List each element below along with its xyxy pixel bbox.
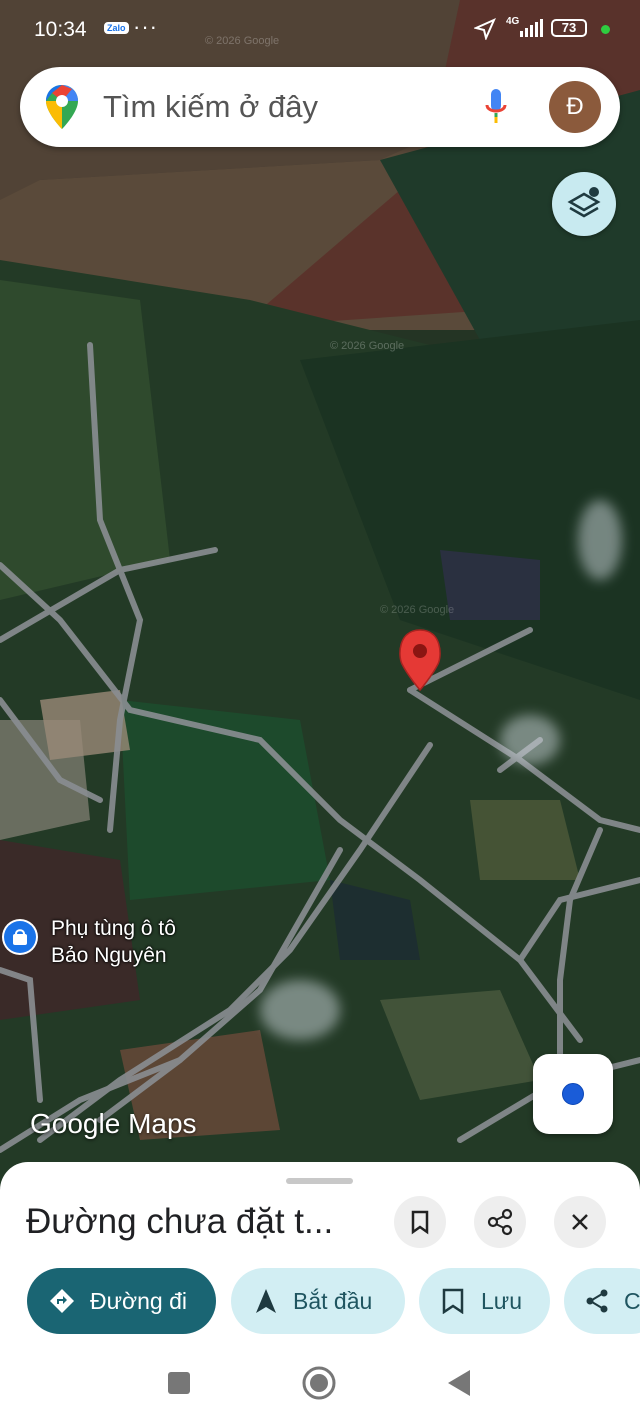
microphone-icon[interactable] xyxy=(483,87,509,127)
share-icon-button[interactable] xyxy=(474,1196,526,1248)
privacy-dot-icon xyxy=(601,25,610,34)
network-type: 4G xyxy=(506,16,520,27)
directions-label: Đường đi xyxy=(90,1288,187,1314)
account-avatar[interactable]: Đ xyxy=(549,81,601,133)
status-bar: 10:34 Zalo ··· 4G 73 xyxy=(0,0,640,60)
home-icon[interactable] xyxy=(302,1366,336,1400)
layers-icon xyxy=(567,187,601,218)
signal-icon xyxy=(520,19,543,37)
bookmark-icon xyxy=(442,1288,464,1314)
place-title: Đường chưa đặt t... xyxy=(26,1202,334,1241)
save-label: Lưu xyxy=(481,1288,522,1314)
clock: 10:34 xyxy=(34,18,87,41)
back-icon[interactable] xyxy=(446,1368,472,1398)
system-navigation-bar xyxy=(0,1344,640,1422)
google-maps-logo-icon xyxy=(46,85,78,129)
battery-indicator: 73 xyxy=(551,19,587,37)
layers-button[interactable] xyxy=(552,172,616,236)
map-watermark: © 2026 Google xyxy=(330,340,404,352)
share-icon xyxy=(487,1208,513,1236)
my-location-button[interactable] xyxy=(533,1054,613,1134)
google-maps-brand: Google Maps xyxy=(30,1108,197,1139)
shopping-bag-icon xyxy=(2,919,38,955)
start-label: Bắt đầu xyxy=(293,1288,373,1314)
zalo-notification-icon: Zalo xyxy=(104,22,129,34)
more-notifications-icon: ··· xyxy=(133,14,158,39)
share-icon xyxy=(586,1289,608,1313)
location-dot-icon xyxy=(562,1083,584,1105)
search-input[interactable]: Tìm kiếm ở đây xyxy=(103,89,318,125)
save-button[interactable]: Lưu xyxy=(419,1268,550,1334)
bookmark-icon xyxy=(411,1210,429,1235)
close-button[interactable] xyxy=(554,1196,606,1248)
poi-label-line: Phụ tùng ô tô xyxy=(51,917,176,940)
share-chip[interactable]: C xyxy=(564,1268,640,1334)
poi-label: Phụ tùng ô tô Bảo Nguyên xyxy=(51,915,251,969)
navigation-arrow-icon xyxy=(256,1289,276,1313)
directions-icon xyxy=(50,1289,74,1313)
share-label: C xyxy=(624,1288,640,1314)
recent-apps-icon[interactable] xyxy=(166,1370,192,1396)
save-icon-button[interactable] xyxy=(394,1196,446,1248)
map-watermark: © 2026 Google xyxy=(380,604,454,616)
close-icon xyxy=(572,1214,588,1230)
directions-button[interactable]: Đường đi xyxy=(27,1268,216,1334)
drag-handle[interactable] xyxy=(286,1178,353,1184)
poi-label-line: Bảo Nguyên xyxy=(51,944,167,967)
search-bar[interactable]: Tìm kiếm ở đây Đ xyxy=(20,67,620,147)
start-button[interactable]: Bắt đầu xyxy=(231,1268,405,1334)
location-arrow-icon xyxy=(474,18,496,40)
